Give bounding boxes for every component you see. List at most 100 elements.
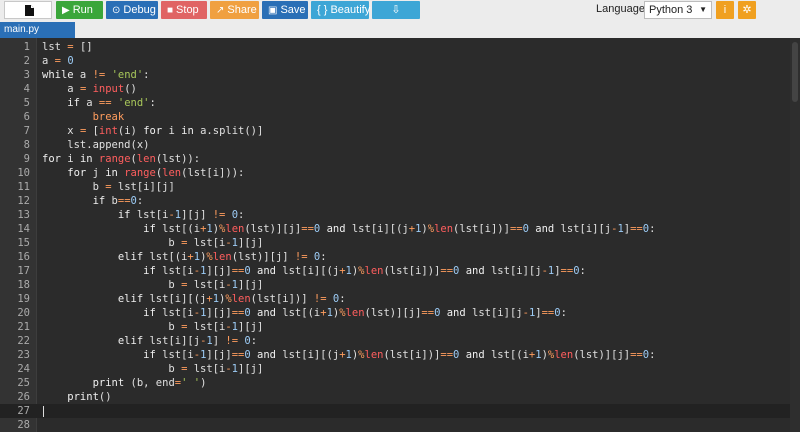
code-token: range	[124, 167, 156, 179]
code-token: elif	[42, 335, 144, 347]
code-text[interactable]: if lst[i-1][j]==0 and lst[i][(j+1)%len(l…	[42, 264, 586, 278]
share-button[interactable]: ↗ Share	[210, 1, 259, 19]
code-line[interactable]: 15 b = lst[i-1][j]	[0, 236, 790, 250]
download-button[interactable]: ⇩	[372, 1, 420, 19]
code-token: !=	[212, 209, 226, 221]
code-text[interactable]: lst.append(x)	[42, 138, 149, 152]
code-token: len	[231, 293, 251, 305]
code-token: ==	[509, 223, 523, 235]
code-text[interactable]: if lst[i-1][j] != 0:	[42, 208, 245, 222]
code-text[interactable]: b = lst[i-1][j]	[42, 278, 263, 292]
tab-main-py[interactable]: main.py	[0, 22, 75, 38]
beautify-button[interactable]: { } Beautify	[311, 1, 370, 19]
code-token: lst[i	[187, 321, 226, 333]
code-text[interactable]: if lst[i-1][j]==0 and lst[i][(j+1)%len(l…	[42, 348, 655, 362]
code-line[interactable]: 14 if lst[(i+1)%len(lst)][j]==0 and lst[…	[0, 222, 790, 236]
code-token: (b, end	[124, 377, 175, 389]
code-line[interactable]: 26 print()	[0, 390, 790, 404]
code-token: (lst[i])):	[181, 167, 245, 179]
code-text[interactable]: if lst[i-1][j]==0 and lst[(i+1)%len(lst)…	[42, 306, 567, 320]
code-text[interactable]: if a == 'end':	[42, 96, 156, 110]
scrollbar-thumb[interactable]	[792, 42, 798, 102]
code-token: lst[i][(j	[345, 223, 409, 235]
save-button[interactable]: ▣ Save	[262, 1, 308, 19]
code-line[interactable]: 7 x = [int(i) for i in a.split()]	[0, 124, 790, 138]
code-text[interactable]: if lst[(i+1)%len(lst)][j]==0 and lst[i][…	[42, 222, 655, 236]
code-line[interactable]: 2 a = 0	[0, 54, 790, 68]
code-line[interactable]: 19 elif lst[i][(j+1)%len(lst[i])] != 0:	[0, 292, 790, 306]
info-button[interactable]: i	[716, 1, 734, 19]
code-token: in	[181, 125, 194, 137]
code-token: ==	[301, 223, 314, 235]
line-number: 25	[17, 377, 30, 389]
code-text[interactable]: a = input()	[42, 82, 137, 96]
code-text[interactable]: b = lst[i-1][j]	[42, 236, 263, 250]
code-token: lst[i][(j	[143, 293, 207, 305]
code-token: :	[339, 293, 346, 305]
code-text[interactable]: print (b, end=' ')	[42, 376, 207, 390]
code-line[interactable]: 18 b = lst[i-1][j]	[0, 278, 790, 292]
code-line[interactable]: 22 elif lst[i][j-1] != 0:	[0, 334, 790, 348]
code-text[interactable]: elif lst[(i+1)%len(lst)][j] != 0:	[42, 250, 327, 264]
code-line[interactable]: 3 while a != 'end':	[0, 68, 790, 82]
code-token: lst[i	[187, 237, 226, 249]
code-line[interactable]: 4 a = input()	[0, 82, 790, 96]
code-line[interactable]: 12 if b==0:	[0, 194, 790, 208]
line-number: 5	[23, 97, 30, 109]
code-editor[interactable]: 1 lst = [] 2 a = 0 3 while a != 'end': 4 a = i…	[0, 38, 800, 432]
code-line[interactable]: 27	[0, 404, 790, 418]
vertical-scrollbar[interactable]	[790, 38, 800, 432]
code-text[interactable]: b = lst[i][j]	[42, 180, 175, 194]
code-token: ][j]	[238, 363, 264, 375]
code-text[interactable]: b = lst[i-1][j]	[42, 362, 263, 376]
code-text[interactable]: lst = []	[42, 40, 93, 54]
code-token: len	[162, 167, 182, 179]
code-token: len	[136, 153, 156, 165]
code-text[interactable]: break	[42, 110, 125, 124]
code-text[interactable]: while a != 'end':	[42, 68, 150, 82]
code-text[interactable]: elif lst[i][(j+1)%len(lst[i])] != 0:	[42, 292, 346, 306]
line-number: 20	[17, 307, 30, 319]
code-token: :	[579, 265, 586, 277]
code-token: j	[86, 167, 106, 179]
debug-button[interactable]: ⊙ Debug	[106, 1, 158, 19]
code-token: 'end'	[111, 69, 144, 81]
code-text[interactable]: for j in range(len(lst[i])):	[42, 166, 244, 180]
code-line[interactable]: 28	[0, 418, 790, 432]
code-line[interactable]: 1 lst = []	[0, 40, 790, 54]
code-line[interactable]: 8 lst.append(x)	[0, 138, 790, 152]
code-line[interactable]: 24 b = lst[i-1][j]	[0, 362, 790, 376]
code-line[interactable]: 20 if lst[i-1][j]==0 and lst[(i+1)%len(l…	[0, 306, 790, 320]
line-number: 18	[17, 279, 30, 291]
code-text[interactable]: b = lst[i-1][j]	[42, 320, 263, 334]
code-token: lst[i	[187, 279, 226, 291]
file-menu-button[interactable]	[4, 1, 52, 19]
code-line[interactable]: 23 if lst[i-1][j]==0 and lst[i][(j+1)%le…	[0, 348, 790, 362]
run-button[interactable]: ▶ Run	[56, 1, 103, 19]
code-line[interactable]: 5 if a == 'end':	[0, 96, 790, 110]
code-text[interactable]: for i in range(len(lst)):	[42, 152, 200, 166]
code-text[interactable]: elif lst[i][j-1] != 0:	[42, 334, 257, 348]
code-line[interactable]: 16 elif lst[(i+1)%len(lst)][j] != 0:	[0, 250, 790, 264]
line-number: 16	[17, 251, 30, 263]
code-line[interactable]: 6 break	[0, 110, 790, 124]
code-text[interactable]: a = 0	[42, 54, 74, 68]
code-token: (lst[i])]	[453, 223, 510, 235]
code-line[interactable]: 11 b = lst[i][j]	[0, 180, 790, 194]
code-line[interactable]: 10 for j in range(len(lst[i])):	[0, 166, 790, 180]
code-text[interactable]: if b==0:	[42, 194, 144, 208]
code-line[interactable]: 17 if lst[i-1][j]==0 and lst[i][(j+1)%le…	[0, 264, 790, 278]
line-number: 23	[17, 349, 30, 361]
code-token: if	[42, 349, 156, 361]
code-line[interactable]: 9 for i in range(len(lst)):	[0, 152, 790, 166]
line-number: 15	[17, 237, 30, 249]
code-line[interactable]: 13 if lst[i-1][j] != 0:	[0, 208, 790, 222]
code-line[interactable]: 21 b = lst[i-1][j]	[0, 320, 790, 334]
settings-button[interactable]: ✲	[738, 1, 756, 19]
language-select[interactable]: Python 3 ▼	[644, 1, 712, 19]
code-line[interactable]: 25 print (b, end=' ')	[0, 376, 790, 390]
code-text[interactable]: x = [int(i) for i in a.split()]	[42, 124, 263, 138]
code-token: if	[42, 97, 80, 109]
stop-button[interactable]: ■ Stop	[161, 1, 207, 19]
code-text[interactable]: print()	[42, 390, 111, 404]
